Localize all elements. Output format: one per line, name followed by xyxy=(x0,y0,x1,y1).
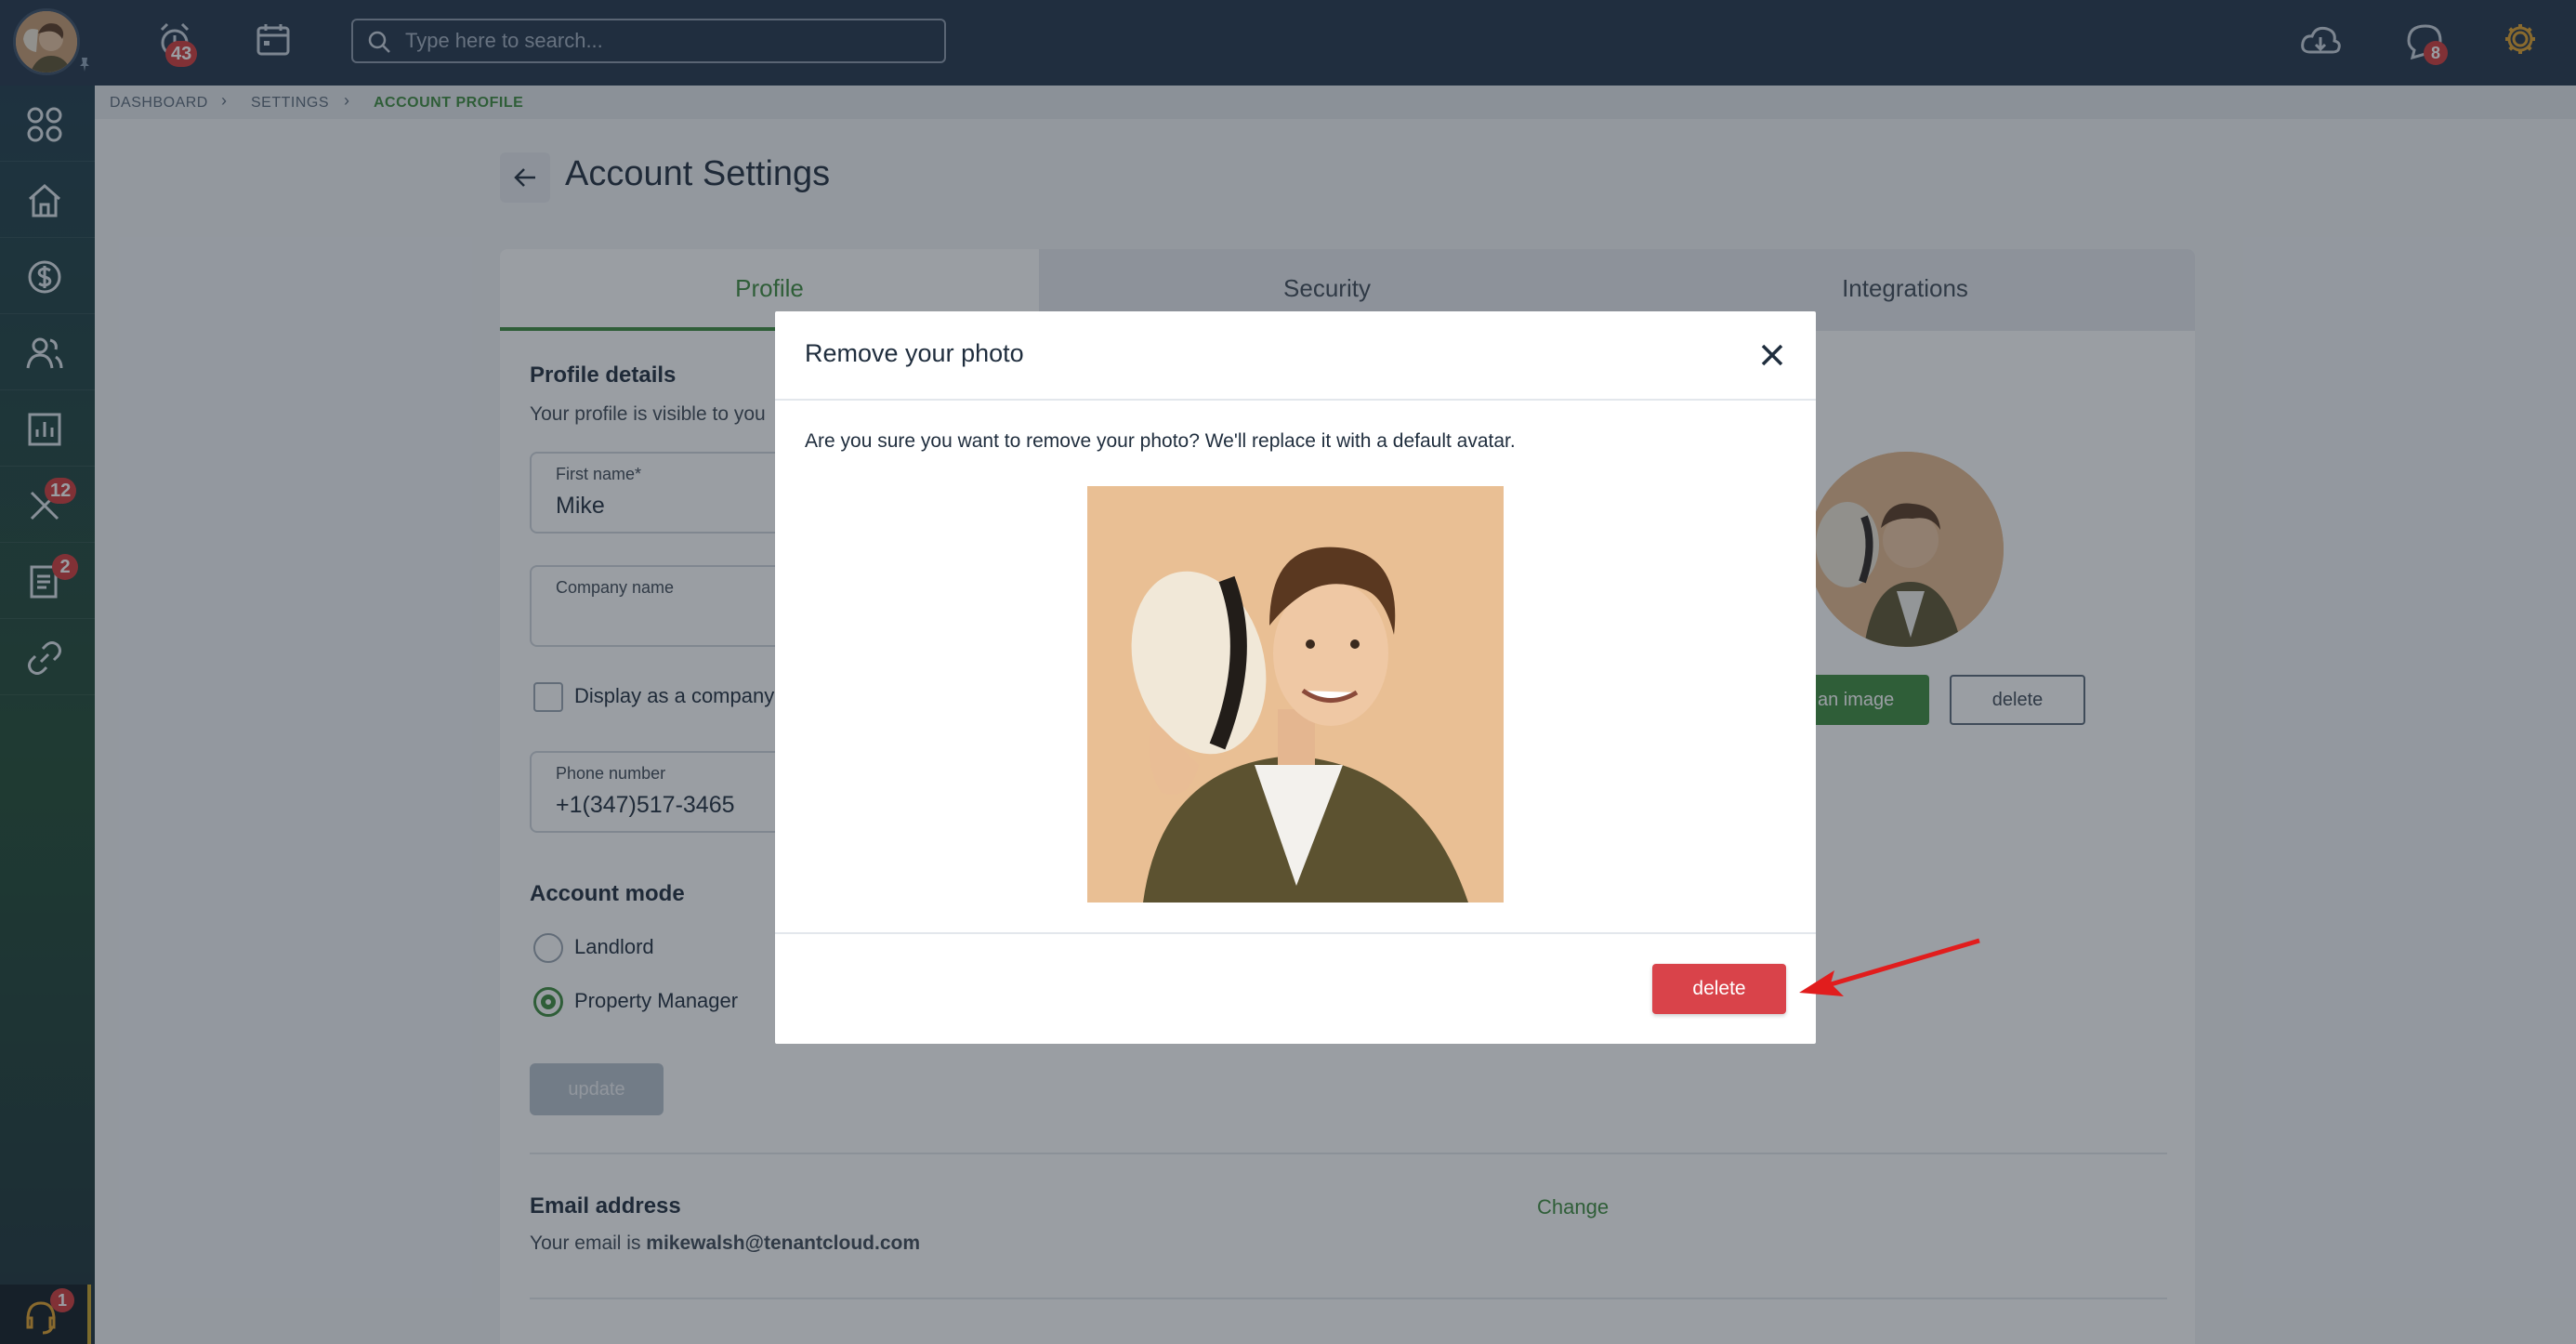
confirm-delete-button[interactable]: delete xyxy=(1652,964,1786,1014)
dialog-message: Are you sure you want to remove your pho… xyxy=(805,430,1516,452)
remove-photo-dialog: Remove your photo Are you sure you want … xyxy=(775,311,1816,1044)
close-icon[interactable] xyxy=(1758,341,1786,369)
dialog-title: Remove your photo xyxy=(805,339,1024,367)
photo-preview xyxy=(1087,486,1504,903)
annotation-arrow-icon xyxy=(1799,938,1980,996)
dialog-header-divider xyxy=(775,399,1816,401)
dialog-footer-divider xyxy=(775,932,1816,934)
photo-portrait xyxy=(1087,486,1504,903)
